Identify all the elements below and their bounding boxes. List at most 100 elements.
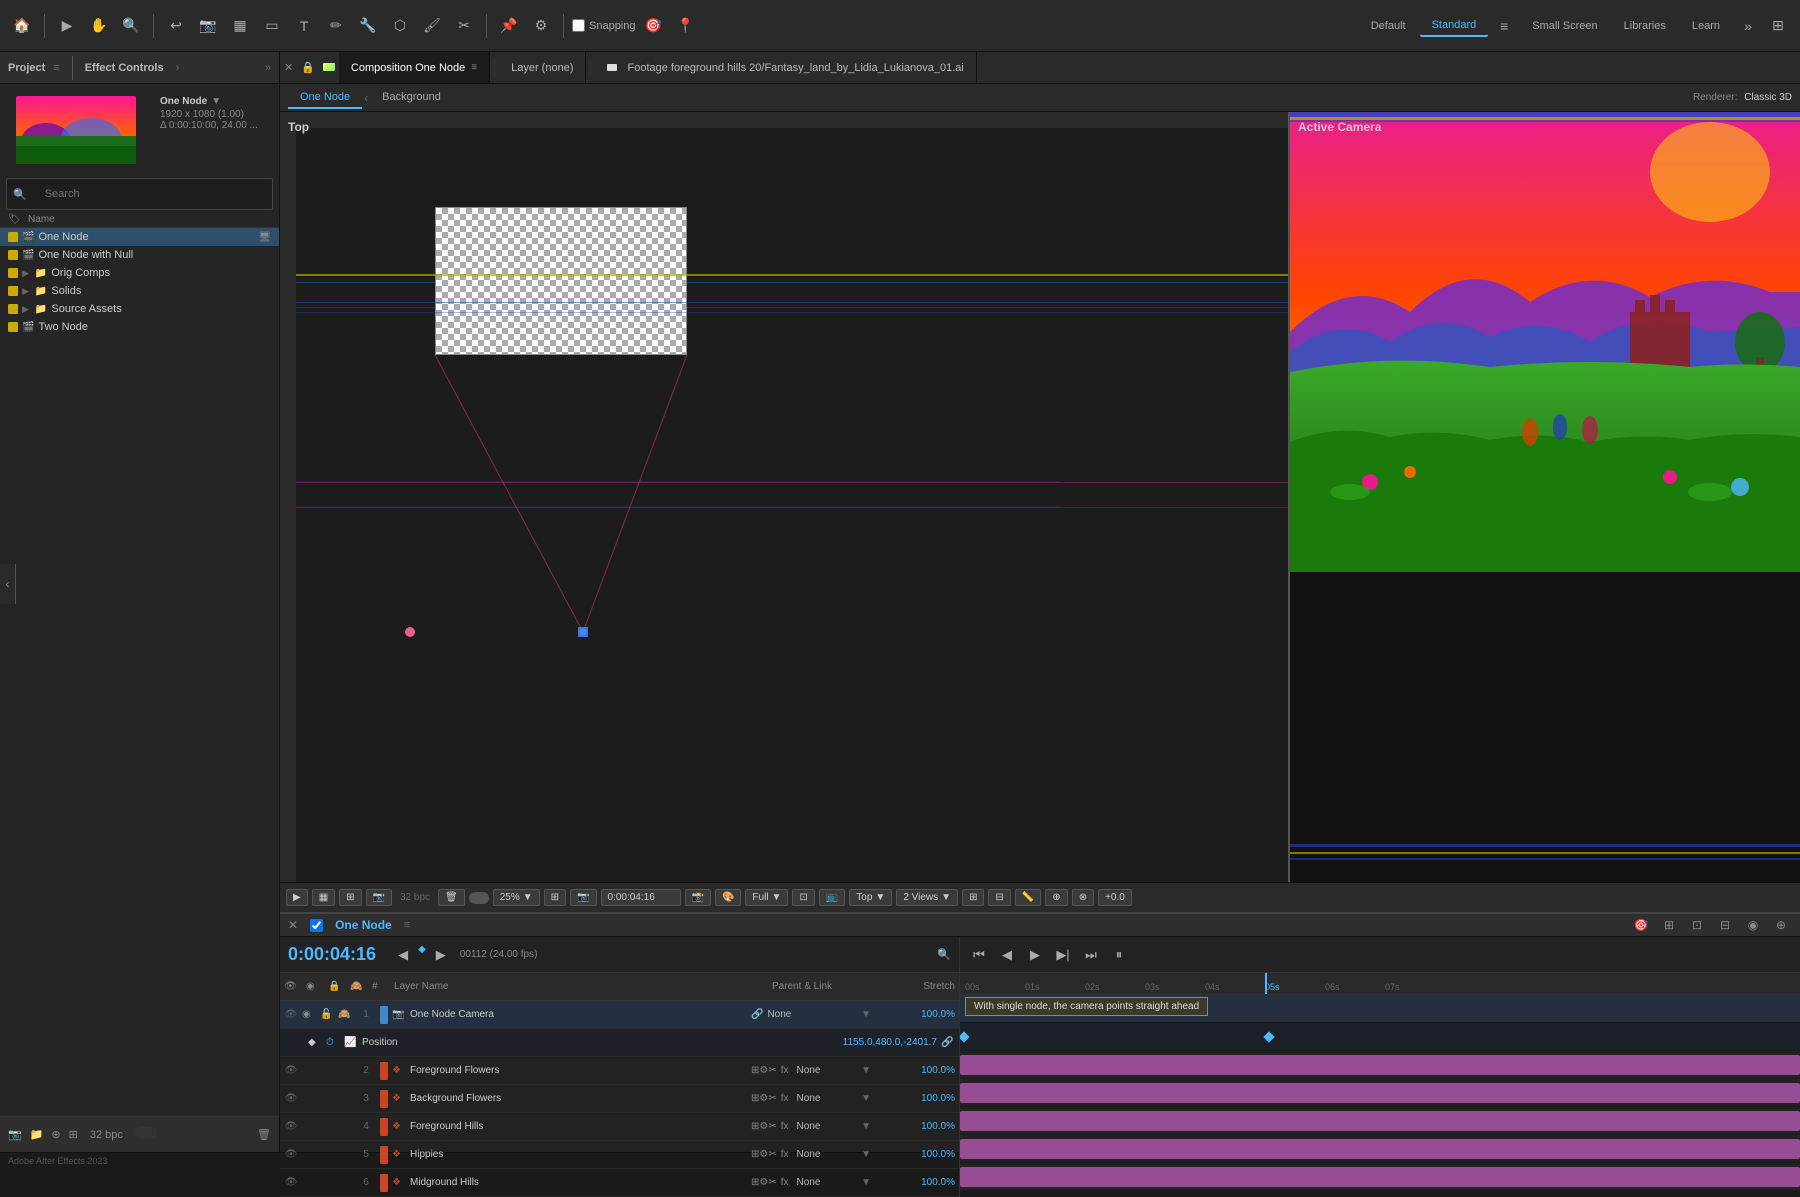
- offset-display[interactable]: +0.0: [1098, 889, 1132, 906]
- workspace-learn[interactable]: Learn: [1680, 16, 1732, 36]
- layer-1-eye[interactable]: 👁: [284, 1009, 298, 1020]
- workspace-menu-btn[interactable]: ≡: [1490, 12, 1518, 40]
- grid-tool[interactable]: ▦: [226, 12, 254, 40]
- layer-2-parent-drop[interactable]: ▼: [861, 1065, 871, 1076]
- fit-btn[interactable]: ⊞: [544, 889, 566, 906]
- stopwatch-icon[interactable]: ⏱: [326, 1037, 340, 1048]
- clone-tool[interactable]: ✂: [450, 12, 478, 40]
- tl-hide-shy-icon[interactable]: ⊕: [1770, 914, 1792, 936]
- roto-tool[interactable]: ⬡: [386, 12, 414, 40]
- bpc-toggle[interactable]: [135, 1127, 157, 1142]
- project-menu-btn[interactable]: ≡: [53, 62, 59, 74]
- timeline-layer-2[interactable]: 👁 2 ❖ Foreground Flowers ⊞⚙✂ fx None ▼: [280, 1057, 959, 1085]
- guides-btn[interactable]: ⊕: [1045, 889, 1067, 906]
- home-button[interactable]: 🏠: [8, 12, 36, 40]
- project-item-orig-comps[interactable]: ▶ 📁 Orig Comps: [0, 264, 279, 282]
- workspace-small-screen[interactable]: Small Screen: [1520, 16, 1609, 36]
- layer-1-solo[interactable]: ◉: [302, 1009, 316, 1020]
- new-folder-icon[interactable]: 📁: [30, 1128, 44, 1141]
- layer-5-eye[interactable]: 👁: [284, 1149, 298, 1160]
- project-item-solids[interactable]: ▶ 📁 Solids: [0, 282, 279, 300]
- l5-drop[interactable]: ▼: [861, 1149, 871, 1160]
- panel-expand-btn[interactable]: »: [265, 62, 271, 74]
- quality-dropdown[interactable]: Full ▼: [745, 889, 788, 906]
- snapping-checkbox[interactable]: [572, 19, 585, 32]
- pen-tool[interactable]: ✏: [322, 12, 350, 40]
- timeline-layer-1[interactable]: 👁 ◉ 🔓 🙈 1 📷 One Node Camera 🔗 None ▼: [280, 1001, 959, 1029]
- pin-tool[interactable]: 📌: [495, 12, 523, 40]
- project-search-input[interactable]: [39, 185, 258, 203]
- comp-tab-lock[interactable]: 🔒: [297, 61, 319, 74]
- workspace-settings-btn[interactable]: ⊞: [1764, 12, 1792, 40]
- zoom-dropdown[interactable]: 25% ▼: [493, 889, 540, 906]
- timeline-timecode-display[interactable]: 0:00:04:16: [288, 944, 376, 965]
- preview-btn[interactable]: ▶: [286, 889, 308, 906]
- viewer-tab-one-node[interactable]: One Node: [288, 87, 362, 109]
- views-count-dropdown[interactable]: 2 Views ▼: [896, 889, 958, 906]
- comp-tab-close[interactable]: ✕: [280, 61, 297, 74]
- snapshot-btn[interactable]: 📸: [685, 889, 711, 906]
- render-btn[interactable]: 📺: [819, 889, 845, 906]
- rotate-tool[interactable]: ↩: [162, 12, 190, 40]
- layer-2-eye[interactable]: 👁: [284, 1065, 298, 1076]
- new-item-icon[interactable]: ⊕: [51, 1128, 60, 1141]
- timeline-layer-5[interactable]: 👁 5 ❖ Hippies ⊞⚙✂ fx None ▼: [280, 1141, 959, 1169]
- delete-icon[interactable]: 🗑: [257, 1128, 271, 1141]
- new-solid-icon[interactable]: ⊞: [69, 1128, 78, 1141]
- layer-6-eye[interactable]: 👁: [284, 1177, 298, 1188]
- new-comp-icon[interactable]: 📷: [8, 1128, 22, 1141]
- pin2-btn[interactable]: 📍: [672, 12, 700, 40]
- grid-btn[interactable]: ⊞: [339, 889, 361, 906]
- comp-dropdown-arrow[interactable]: ▼: [211, 96, 221, 107]
- left-panel-toggle[interactable]: ‹: [0, 564, 16, 604]
- comp-tab-footage[interactable]: Footage foreground hills 20/Fantasy_land…: [595, 52, 976, 83]
- quality-toggle[interactable]: [469, 892, 489, 904]
- timecode-display[interactable]: 0:00:04:16: [601, 889, 681, 906]
- text-tool[interactable]: T: [290, 12, 318, 40]
- timeline-layer-6[interactable]: 👁 6 ❖ Midground Hills ⊞⚙✂ fx None ▼: [280, 1169, 959, 1197]
- timeline-menu-btn[interactable]: ≡: [404, 919, 410, 931]
- search-in-timeline-btn[interactable]: 🔍: [937, 948, 951, 961]
- tl-ram-preview[interactable]: ⏸: [1108, 944, 1130, 966]
- layer-1-shy[interactable]: 🙈: [338, 1009, 352, 1020]
- layer-3-eye[interactable]: 👁: [284, 1093, 298, 1104]
- expand-arrow-5[interactable]: ▶: [22, 304, 29, 315]
- expand-arrow-3[interactable]: ▶: [22, 268, 29, 279]
- l4-drop[interactable]: ▼: [861, 1121, 871, 1132]
- tl-draft-icon[interactable]: ⊡: [1686, 914, 1708, 936]
- project-item-source-assets[interactable]: ▶ 📁 Source Assets: [0, 300, 279, 318]
- kf-next-btn[interactable]: ▶: [430, 944, 452, 966]
- rulers-btn[interactable]: 📏: [1015, 889, 1041, 906]
- l3-drop[interactable]: ▼: [861, 1093, 871, 1104]
- comp-tab-composition[interactable]: Composition One Node ≡: [339, 52, 490, 83]
- brush-tool[interactable]: 🖌: [418, 12, 446, 40]
- comp-tab-menu[interactable]: ≡: [471, 62, 477, 73]
- aspect-btn[interactable]: ⊞: [962, 889, 984, 906]
- tl-next-frame[interactable]: ▶|: [1052, 944, 1074, 966]
- kf-prev-btn[interactable]: ◀: [392, 944, 414, 966]
- tl-first-frame[interactable]: ⏮: [968, 944, 990, 966]
- hand-tool[interactable]: ✋: [85, 12, 113, 40]
- view-mode-dropdown[interactable]: Top ▼: [849, 889, 892, 906]
- timeline-layer-3[interactable]: 👁 3 ❖ Background Flowers ⊞⚙✂ fx None ▼: [280, 1085, 959, 1113]
- select-tool[interactable]: ▶: [53, 12, 81, 40]
- mask-btn[interactable]: ⊗: [1072, 889, 1094, 906]
- effect-controls-menu[interactable]: ›: [176, 62, 180, 74]
- expr-tool[interactable]: ⚙: [527, 12, 555, 40]
- workspace-default[interactable]: Default: [1359, 16, 1418, 36]
- trash-btn[interactable]: 🗑: [438, 889, 465, 906]
- safe-zones-btn[interactable]: ⊟: [988, 889, 1010, 906]
- channel-btn[interactable]: 🎨: [715, 889, 741, 906]
- kf-btn[interactable]: ◆: [308, 1037, 322, 1048]
- expand-arrow-4[interactable]: ▶: [22, 286, 29, 297]
- workspace-standard[interactable]: Standard: [1420, 15, 1489, 37]
- l6-drop[interactable]: ▼: [861, 1177, 871, 1188]
- timeline-playhead[interactable]: [1265, 973, 1267, 994]
- layer-4-eye[interactable]: 👁: [284, 1121, 298, 1132]
- comp-tab-layer[interactable]: Layer (none): [499, 52, 586, 83]
- comp-btn[interactable]: ⊡: [792, 889, 814, 906]
- camera-btn[interactable]: 📷: [366, 889, 392, 906]
- project-item-one-node[interactable]: 🎬 One Node 🖥: [0, 228, 279, 246]
- camera-icon-btn[interactable]: 📷: [570, 889, 596, 906]
- workspace-more-btn[interactable]: »: [1734, 12, 1762, 40]
